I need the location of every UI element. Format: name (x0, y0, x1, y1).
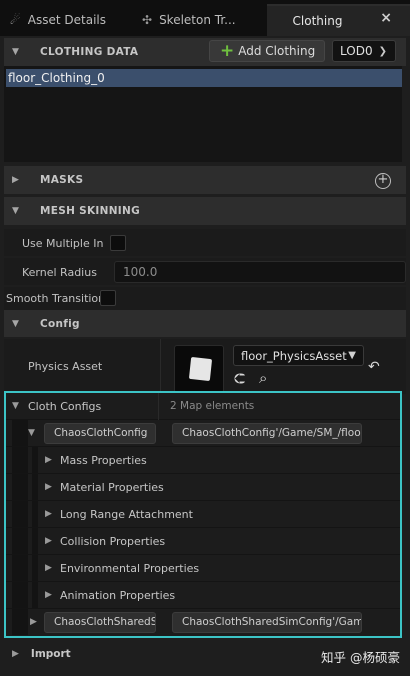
property-label: Smooth Transition (6, 292, 106, 305)
group-label: Material Properties (60, 481, 164, 494)
close-icon[interactable]: × (380, 10, 392, 26)
group-label: Environmental Properties (60, 562, 200, 575)
expand-arrow-icon: ▶ (30, 617, 37, 627)
kernel-radius-field[interactable]: 100.0 (114, 261, 406, 283)
tab-label: Asset Details (27, 13, 106, 27)
chaos-config-key[interactable]: ChaosClothConfig (44, 423, 156, 444)
smooth-transition-row: Smooth Transition (4, 287, 406, 311)
indent-gutter (32, 474, 38, 500)
expand-arrow-icon: ▶ (12, 175, 19, 185)
shared-config-value[interactable]: ChaosClothSharedSimConfig'/Gam (172, 612, 362, 633)
chaos-cloth-config-row: ▼ ChaosClothConfig ChaosClothConfig'/Gam… (6, 420, 400, 447)
indent-gutter (12, 501, 28, 527)
indent-gutter (12, 447, 28, 473)
use-multiple-checkbox[interactable] (110, 235, 126, 251)
collapse-arrow-icon: ▼ (28, 428, 35, 438)
indent-gutter (12, 528, 28, 554)
cloth-sheet-icon (188, 356, 213, 382)
expand-arrow-icon: ▶ (45, 563, 52, 573)
collapse-arrow-icon: ▼ (12, 318, 19, 329)
kernel-radius-row: Kernel Radius 100.0 (4, 258, 406, 285)
indent-gutter (12, 582, 28, 608)
clothing-list: floor_Clothing_0 (4, 66, 402, 162)
indent-gutter (32, 447, 38, 473)
tab-skeleton-tree[interactable]: ✣ Skeleton Tr... (134, 4, 266, 36)
column-divider (160, 339, 161, 394)
button-label: Add Clothing (238, 44, 316, 58)
collapse-arrow-icon: ▼ (12, 206, 19, 216)
indent-gutter (12, 474, 28, 500)
expand-arrow-icon: ▶ (45, 482, 52, 492)
property-group-row[interactable]: ▶ Environmental Properties (6, 555, 400, 582)
group-label: Collision Properties (60, 535, 166, 548)
expand-arrow-icon: ▶ (45, 536, 52, 546)
indent-gutter (32, 501, 38, 527)
section-title: MESH SKINNING (40, 205, 141, 217)
tab-asset-details[interactable]: ☄ Asset Details (0, 4, 133, 36)
column-divider (158, 393, 159, 420)
group-label: Animation Properties (60, 589, 176, 602)
tab-label: Clothing (292, 14, 343, 28)
property-group-row[interactable]: ▶ Material Properties (6, 474, 400, 501)
use-multiple-row: Use Multiple In (4, 229, 406, 256)
chevron-down-icon: ▼ (348, 350, 356, 361)
property-group-row[interactable]: ▶ Mass Properties (6, 447, 400, 474)
add-clothing-button[interactable]: + Add Clothing (209, 40, 325, 62)
lod-value: LOD0 (340, 44, 373, 58)
group-label: Long Range Attachment (60, 508, 193, 521)
expand-arrow-icon: ▶ (45, 590, 52, 600)
expand-arrow-icon: ▶ (45, 455, 52, 465)
physics-asset-dropdown[interactable]: floor_PhysicsAsset ▼ (233, 345, 364, 366)
expand-arrow-icon: ▶ (12, 649, 19, 659)
list-item[interactable]: floor_Clothing_0 (6, 69, 402, 87)
reset-to-default-icon[interactable]: ↶ (368, 359, 380, 375)
watermark: 知乎 @杨硕豪 (321, 650, 400, 665)
masks-header[interactable]: ▶ MASKS (4, 166, 406, 194)
indent-gutter (12, 609, 28, 635)
physics-asset-row: Physics Asset floor_PhysicsAsset ▼ ⮈ ⌕ ↶ (4, 339, 406, 394)
config-header[interactable]: ▼ Config (4, 310, 406, 337)
plus-icon: + (220, 40, 235, 61)
asset-details-icon: ☄ (10, 13, 21, 27)
browse-asset-icon[interactable]: ⌕ (259, 369, 267, 387)
property-group-row[interactable]: ▶ Long Range Attachment (6, 501, 400, 528)
indent-gutter (12, 555, 28, 581)
add-mask-icon[interactable]: + (375, 173, 391, 189)
mesh-skinning-header[interactable]: ▼ MESH SKINNING (4, 197, 406, 225)
physics-asset-value: floor_PhysicsAsset (241, 348, 347, 363)
group-label: Mass Properties (60, 454, 147, 467)
section-title: MASKS (40, 174, 84, 186)
skeleton-tree-icon: ✣ (142, 13, 153, 27)
use-selected-icon[interactable]: ⮈ (234, 370, 245, 388)
property-group-row[interactable]: ▶ Collision Properties (6, 528, 400, 555)
indent-gutter (32, 555, 38, 581)
shared-config-key[interactable]: ChaosClothSharedS (44, 612, 156, 633)
map-count: 2 Map elements (170, 400, 255, 412)
cloth-configs-label: Cloth Configs (28, 400, 102, 413)
indent-gutter (12, 420, 28, 446)
smooth-transition-checkbox[interactable] (100, 290, 116, 306)
indent-gutter (32, 582, 38, 608)
tab-bar: ☄ Asset Details ✣ Skeleton Tr... Clothin… (0, 0, 410, 36)
property-label: Physics Asset (28, 360, 103, 373)
chaos-config-value[interactable]: ChaosClothConfig'/Game/SM_/floor (172, 423, 362, 444)
property-group-row[interactable]: ▶ Animation Properties (6, 582, 400, 609)
collapse-arrow-icon: ▼ (12, 401, 19, 411)
tab-label: Skeleton Tr... (159, 13, 236, 27)
cloth-configs-row[interactable]: ▼ Cloth Configs 2 Map elements (6, 393, 400, 420)
physics-asset-thumbnail[interactable] (174, 345, 224, 393)
details-panel: ▼ CLOTHING DATA + Add Clothing LOD0 ❯ fl… (0, 36, 410, 676)
chevron-down-icon: ❯ (378, 45, 387, 57)
section-title: Config (40, 317, 80, 330)
lod-dropdown[interactable]: LOD0 ❯ (332, 40, 396, 62)
property-label: Kernel Radius (22, 266, 97, 279)
section-title: CLOTHING DATA (40, 46, 139, 58)
expand-arrow-icon: ▶ (45, 509, 52, 519)
indent-gutter (32, 528, 38, 554)
property-label: Use Multiple In (22, 237, 104, 250)
cloth-configs-section: ▼ Cloth Configs 2 Map elements ▼ ChaosCl… (4, 391, 402, 638)
section-title: Import (30, 648, 71, 660)
collapse-arrow-icon: ▼ (12, 47, 19, 57)
chaos-shared-config-row: ▶ ChaosClothSharedS ChaosClothSharedSimC… (6, 609, 400, 636)
